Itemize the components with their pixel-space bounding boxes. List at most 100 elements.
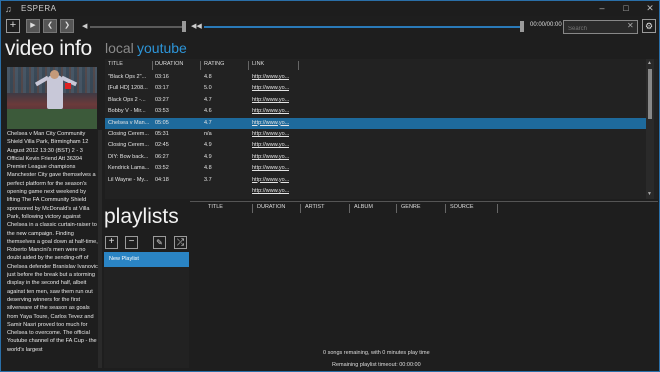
tab-youtube[interactable]: youtube xyxy=(137,40,187,56)
time-display: 00:00/00:00 xyxy=(530,22,562,28)
gear-icon: ⚙ xyxy=(644,21,654,31)
column-separator xyxy=(298,61,299,70)
column-header-duration[interactable]: DURATION xyxy=(155,61,183,70)
window-controls: – □ ✕ xyxy=(597,2,655,14)
cell-link[interactable]: http://www.yo... xyxy=(252,175,289,186)
cell-duration: 02:45 xyxy=(155,142,169,149)
column-separator xyxy=(248,61,249,70)
add-button[interactable]: + xyxy=(6,19,20,33)
results-scrollbar[interactable]: ▲ ▼ xyxy=(646,59,654,199)
cell-title: Chelsea v Man... xyxy=(108,119,150,126)
volume-slider-track xyxy=(90,26,186,28)
column-header-rating[interactable]: RATING xyxy=(204,61,224,70)
playlists-heading: playlists xyxy=(104,205,179,228)
table-row[interactable]: DIY: Bow back... 06:27 4.9 http://www.yo... xyxy=(105,152,648,163)
seek-slider-bar xyxy=(204,26,524,28)
description-scrollbar[interactable] xyxy=(98,130,102,368)
queue-header-artist[interactable]: ARTIST xyxy=(305,204,324,210)
column-separator xyxy=(349,204,350,213)
cell-rating: 4.7 xyxy=(204,96,212,103)
column-separator xyxy=(200,61,201,70)
cell-title: Lil Wayne - My... xyxy=(108,176,149,183)
video-description: Chelsea v Man City Community Shield Vill… xyxy=(7,131,98,353)
column-header-title[interactable]: TITLE xyxy=(108,61,123,70)
cell-duration: 03:27 xyxy=(155,96,169,103)
scroll-thumb[interactable] xyxy=(648,69,652,119)
cell-duration: 03:53 xyxy=(155,108,169,115)
queue-header-title[interactable]: TITLE xyxy=(208,204,223,210)
cell-rating: n/a xyxy=(204,131,212,137)
edit-playlist-button[interactable]: ✎ xyxy=(153,236,166,249)
cell-title: "Black Ops 2"... xyxy=(108,74,147,80)
column-header-link[interactable]: LINK xyxy=(252,61,264,70)
previous-button[interactable]: ❮ xyxy=(43,19,57,33)
cell-duration: 03:16 xyxy=(155,74,169,80)
queue-header-genre[interactable]: GENRE xyxy=(401,204,421,210)
next-button[interactable]: ❯ xyxy=(60,19,74,33)
table-row[interactable]: "Black Ops 2"... 03:16 4.8 http://www.yo... xyxy=(105,72,648,83)
queue-divider xyxy=(190,201,658,202)
cell-rating: 5.0 xyxy=(204,85,212,92)
table-row[interactable]: Chelsea v Man... 05:05 4.7 http://www.yo... xyxy=(105,117,648,129)
table-row[interactable]: Bobby V - Mir... 03:53 4.6 http://www.yo... xyxy=(105,106,648,117)
cell-duration: 03:17 xyxy=(155,85,169,92)
table-row[interactable]: Kendrick Lama... 03:52 4.8 http://www.yo... xyxy=(105,163,648,174)
cell-title: Kendrick Lama... xyxy=(108,165,150,172)
video-thumbnail xyxy=(7,67,97,129)
queue-table: TITLE DURATION ARTIST ALBUM GENRE SOURCE xyxy=(190,201,658,371)
cell-duration: 06:27 xyxy=(155,153,169,160)
cell-link[interactable]: http://www.yo... xyxy=(252,152,289,163)
cell-link[interactable]: http://www.yo... xyxy=(252,140,289,151)
remove-playlist-button[interactable]: − xyxy=(125,236,138,249)
column-separator xyxy=(445,204,446,213)
music-note-icon: ♫ xyxy=(5,3,12,14)
table-row[interactable]: Black Ops 2 -... 03:27 4.7 http://www.yo... xyxy=(105,95,648,106)
scroll-down-icon[interactable]: ▼ xyxy=(647,191,652,197)
search-clear-icon[interactable]: ✕ xyxy=(627,21,634,30)
cell-duration: 04:18 xyxy=(155,176,169,183)
table-row[interactable]: [Full HD] 1208... 03:17 5.0 http://www.yo..… xyxy=(105,83,648,94)
cell-link[interactable]: http://www.yo... xyxy=(252,83,289,94)
cell-rating: 3.7 xyxy=(204,176,212,183)
queue-header-duration[interactable]: DURATION xyxy=(257,204,285,210)
volume-slider-knob[interactable] xyxy=(182,21,186,32)
scroll-up-icon[interactable]: ▲ xyxy=(647,60,652,66)
cell-rating: 4.9 xyxy=(204,142,212,149)
playlist-item[interactable]: New Playlist xyxy=(104,252,189,267)
cell-link[interactable]: http://www.yo... xyxy=(252,129,289,140)
tab-local[interactable]: local xyxy=(105,40,134,56)
shuffle-button[interactable]: ⤮ xyxy=(174,236,187,249)
cell-link[interactable]: http://www.yo... xyxy=(252,186,289,197)
table-row[interactable]: http://www.yo... xyxy=(105,186,648,197)
close-button[interactable]: ✕ xyxy=(645,2,655,14)
maximize-button[interactable]: □ xyxy=(621,2,631,14)
queue-timeout: Remaining playlist timeout: 00:00:00 xyxy=(332,362,421,368)
playlist-list: New Playlist xyxy=(104,252,189,368)
settings-button[interactable]: ⚙ xyxy=(642,19,656,33)
minimize-button[interactable]: – xyxy=(597,2,607,14)
video-info-heading: video info xyxy=(5,37,92,60)
queue-status: 0 songs remaining, with 0 minutes play t… xyxy=(323,350,430,356)
add-playlist-button[interactable]: + xyxy=(105,236,118,249)
cell-link[interactable]: http://www.yo... xyxy=(252,72,289,83)
cell-duration: 03:52 xyxy=(155,165,169,172)
cell-link[interactable]: http://www.yo... xyxy=(252,163,289,174)
cell-link[interactable]: http://www.yo... xyxy=(252,118,289,129)
column-separator xyxy=(152,61,153,70)
seek-slider-knob[interactable] xyxy=(520,21,524,32)
queue-header-source[interactable]: SOURCE xyxy=(450,204,474,210)
play-button[interactable]: ▶ xyxy=(26,19,40,33)
volume-icon: ◀ xyxy=(82,23,88,30)
cell-rating: 4.7 xyxy=(204,119,212,126)
column-separator xyxy=(300,204,301,213)
table-row[interactable]: Lil Wayne - My... 04:18 3.7 http://www.yo..… xyxy=(105,175,648,186)
table-row[interactable]: Closing Cerem... 02:45 4.9 http://www.yo... xyxy=(105,140,648,151)
queue-header-album[interactable]: ALBUM xyxy=(354,204,373,210)
cell-title: Bobby V - Mir... xyxy=(108,108,146,115)
table-row[interactable]: Closing Cerem... 05:31 n/a http://www.yo... xyxy=(105,129,648,140)
cell-duration: 05:31 xyxy=(155,131,169,137)
cell-link[interactable]: http://www.yo... xyxy=(252,106,289,117)
column-separator xyxy=(252,204,253,213)
cell-link[interactable]: http://www.yo... xyxy=(252,95,289,106)
cell-title: DIY: Bow back... xyxy=(108,153,149,160)
